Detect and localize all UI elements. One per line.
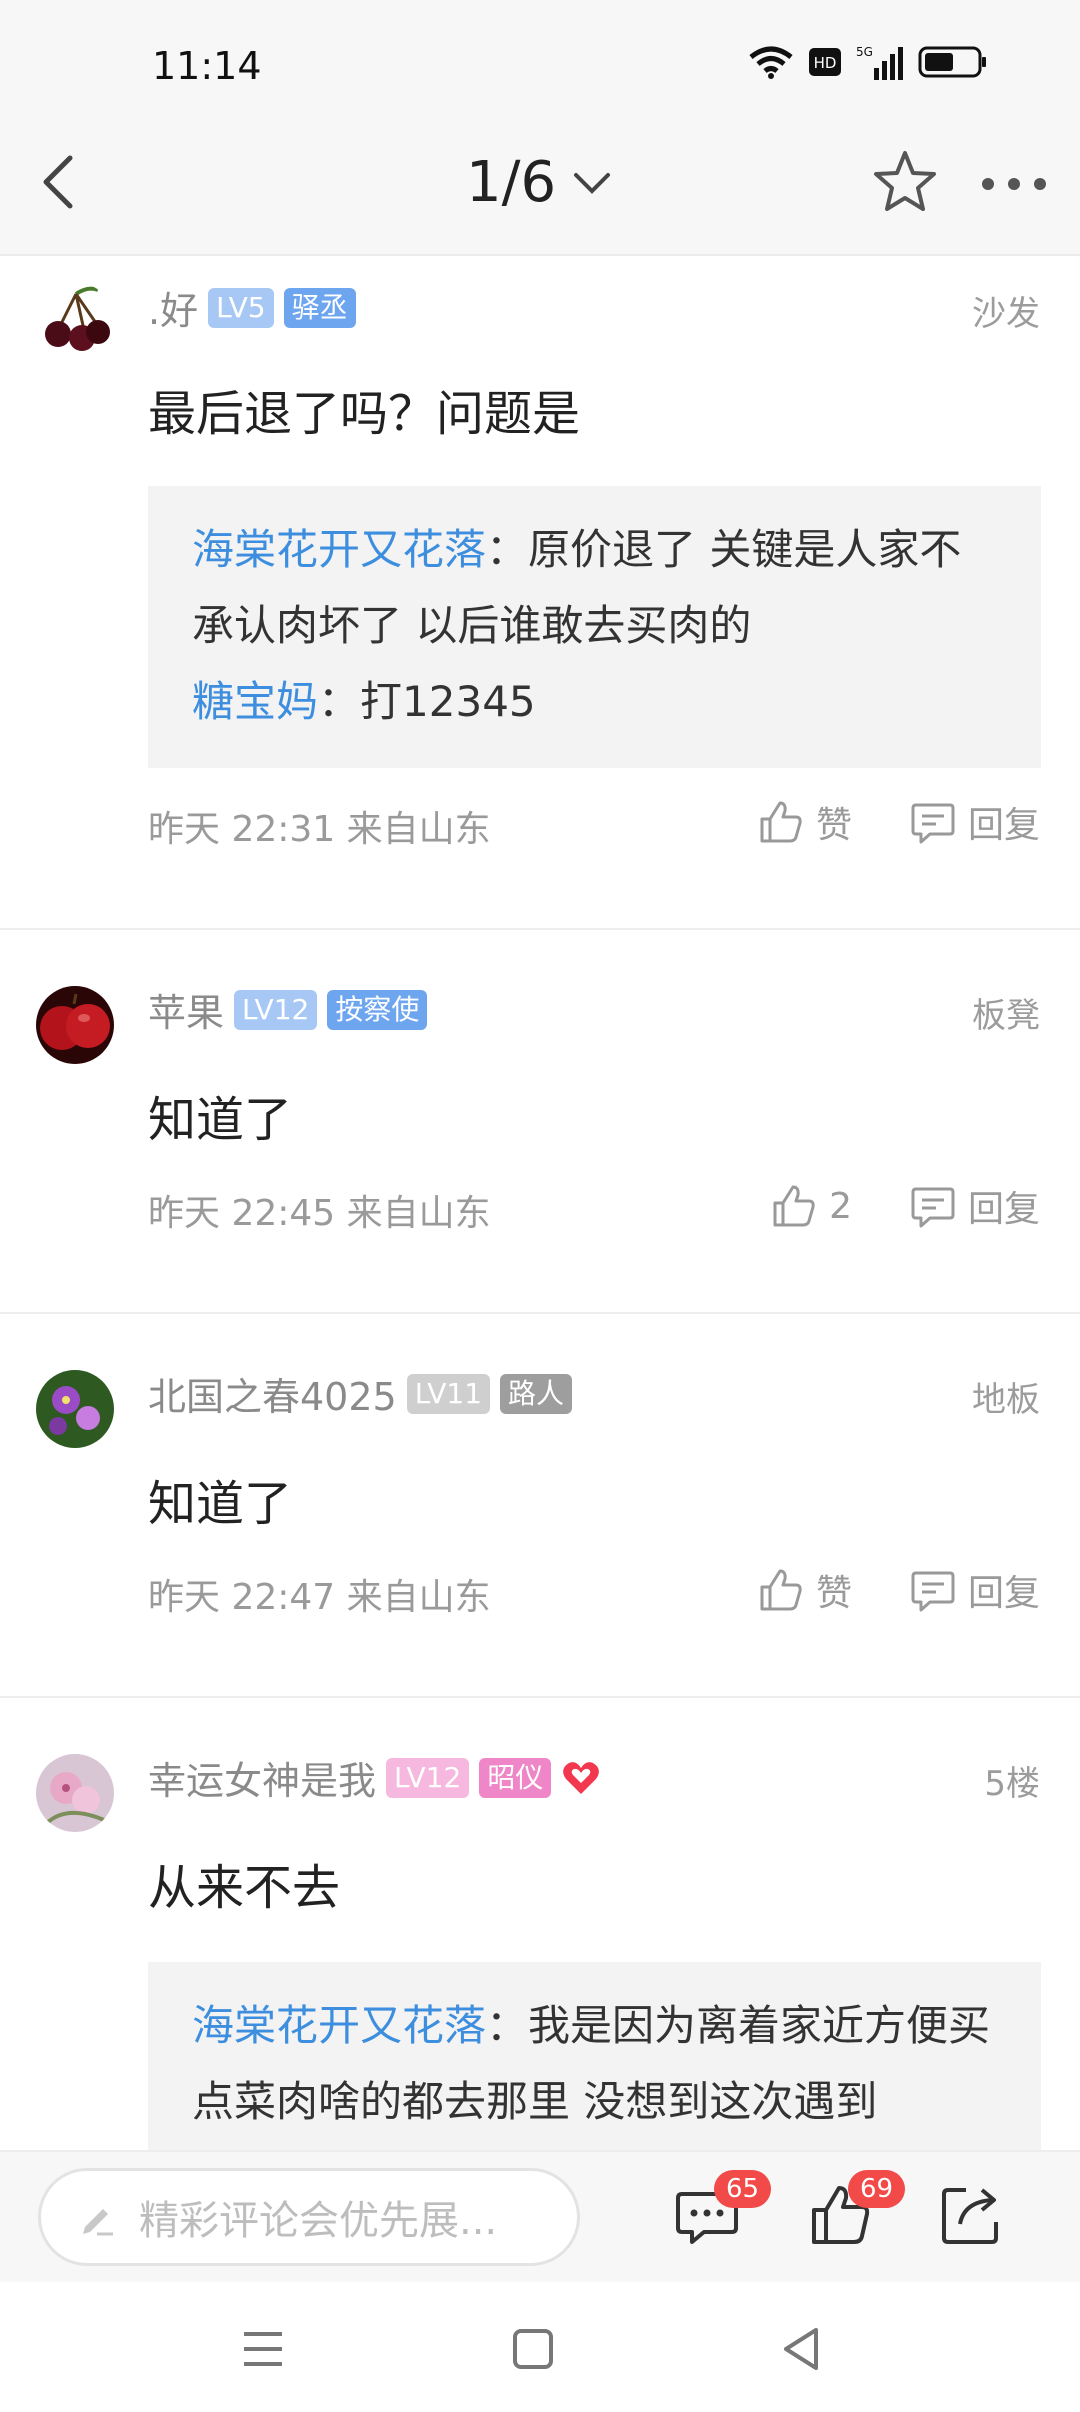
- page-selector[interactable]: 1/6: [466, 150, 612, 215]
- user-info: 北国之春4025 LV11 路人: [148, 1366, 573, 1421]
- like-post-button[interactable]: 69: [806, 2170, 906, 2250]
- status-time: 11:14: [152, 44, 262, 88]
- comment-actions: 赞 回复: [758, 1564, 1040, 1616]
- like-label: 赞: [815, 1573, 852, 1614]
- chevron-down-icon: [574, 172, 611, 194]
- wifi-icon: [749, 46, 793, 79]
- comment-item: 幸运女神是我 LV12 昭仪 5楼 从来不去 海棠花开又花落：我是因为离着家近方…: [0, 1698, 1080, 2182]
- quoted-reply: 糖宝妈：打12345: [192, 677, 536, 726]
- svg-text:5G: 5G: [856, 45, 873, 59]
- level-badge: LV12: [386, 1757, 470, 1798]
- bottom-action-bar: 精彩评论会优先展... 65 69: [0, 2150, 1080, 2282]
- title-badge: 路人: [500, 1373, 573, 1414]
- signal-icon: 5G: [856, 45, 903, 80]
- comment-text: 最后退了吗？问题是: [148, 386, 581, 442]
- quoted-username[interactable]: 海棠花开又花落: [192, 2001, 486, 2050]
- level-badge: LV12: [234, 989, 318, 1030]
- reply-input-placeholder: 精彩评论会优先展...: [139, 2198, 498, 2244]
- back-nav-icon[interactable]: [776, 2322, 830, 2376]
- comment-text: 从来不去: [148, 1860, 341, 1916]
- comment-icon: [911, 803, 955, 844]
- system-nav-bar: [0, 2282, 1080, 2412]
- comment-meta: 昨天 22:45 来自山东: [148, 1193, 491, 1234]
- comment-actions: 赞 回复: [758, 796, 1040, 848]
- reply-button[interactable]: 回复: [910, 796, 1040, 848]
- thumbs-up-icon: [760, 1569, 802, 1611]
- avatar[interactable]: [36, 1754, 114, 1832]
- user-info: 幸运女神是我 LV12 昭仪: [148, 1750, 601, 1805]
- like-button[interactable]: 赞: [758, 796, 852, 848]
- username[interactable]: 北国之春4025: [148, 1366, 397, 1421]
- floor-label: 地板: [972, 1380, 1040, 1420]
- quoted-reply: 海棠花开又花落：我是因为离着家近方便买点菜肉啥的都去那里 没想到这次遇到: [192, 2001, 991, 2126]
- status-bar: 11:14 HD 5G: [0, 0, 1080, 110]
- quoted-username[interactable]: 海棠花开又花落: [192, 525, 486, 574]
- like-count: 2: [829, 1185, 852, 1227]
- pencil-icon: [83, 2209, 113, 2236]
- user-info: .好 LV5 驿丞: [148, 280, 356, 335]
- more-icon[interactable]: [978, 172, 1050, 196]
- avatar[interactable]: [36, 986, 114, 1064]
- quoted-replies[interactable]: 海棠花开又花落：我是因为离着家近方便买点菜肉啥的都去那里 没想到这次遇到: [148, 1962, 1041, 2182]
- level-badge: LV11: [406, 1373, 491, 1414]
- like-button[interactable]: 2: [771, 1183, 852, 1229]
- comment-count-badge: 65: [714, 2170, 772, 2208]
- svg-text:HD: HD: [814, 54, 837, 72]
- quoted-text: 打12345: [360, 677, 536, 726]
- comment-meta: 昨天 22:31 来自山东: [148, 809, 491, 850]
- comment-item: .好 LV5 驿丞 沙发 最后退了吗？问题是 海棠花开又花落：原价退了 关键是人…: [0, 256, 1080, 930]
- title-badge: 驿丞: [283, 287, 356, 328]
- heart-badge-icon: [563, 1761, 600, 1794]
- share-icon: [942, 2188, 998, 2244]
- reply-label: 回复: [967, 1189, 1040, 1230]
- floor-label: 沙发: [972, 294, 1040, 334]
- reply-input[interactable]: 精彩评论会优先展...: [38, 2168, 580, 2266]
- top-nav-bar: 1/6: [0, 110, 1080, 256]
- title-badge: 昭仪: [479, 1757, 552, 1798]
- reply-label: 回复: [967, 805, 1040, 846]
- hd-icon: HD: [809, 48, 841, 76]
- thumbs-up-icon: [760, 801, 802, 843]
- back-icon[interactable]: [30, 150, 90, 214]
- comment-icon: [911, 1187, 955, 1228]
- floor-label: 板凳: [972, 996, 1040, 1036]
- comment-text: 知道了: [148, 1476, 293, 1532]
- comment-icon: [911, 1571, 955, 1612]
- username[interactable]: 幸运女神是我: [148, 1750, 376, 1805]
- avatar[interactable]: [36, 282, 114, 360]
- reply-label: 回复: [967, 1573, 1040, 1614]
- floor-label: 5楼: [984, 1764, 1040, 1804]
- comment-item: 北国之春4025 LV11 路人 地板 知道了 昨天 22:47 来自山东 赞 …: [0, 1314, 1080, 1698]
- thumbs-up-icon: [773, 1185, 815, 1227]
- like-button[interactable]: 赞: [758, 1564, 852, 1616]
- comment-list: .好 LV5 驿丞 沙发 最后退了吗？问题是 海棠花开又花落：原价退了 关键是人…: [0, 256, 1080, 2182]
- user-info: 苹果 LV12 按察使: [148, 982, 428, 1037]
- reply-button[interactable]: 回复: [910, 1564, 1040, 1616]
- comment-text: 知道了: [148, 1092, 293, 1148]
- quoted-username[interactable]: 糖宝妈: [192, 677, 318, 726]
- status-icons: HD 5G: [748, 44, 988, 80]
- username[interactable]: .好: [148, 280, 198, 335]
- reply-button[interactable]: 回复: [910, 1180, 1040, 1232]
- quoted-reply: 海棠花开又花落：原价退了 关键是人家不承认肉坏了 以后谁敢去买肉的: [192, 525, 962, 650]
- username[interactable]: 苹果: [148, 982, 224, 1037]
- level-badge: LV5: [208, 287, 274, 328]
- title-badge: 按察使: [327, 989, 428, 1030]
- home-icon[interactable]: [506, 2322, 560, 2376]
- battery-icon: [918, 46, 986, 78]
- page-indicator: 1/6: [466, 150, 557, 215]
- comment-meta: 昨天 22:47 来自山东: [148, 1577, 491, 1618]
- like-count-badge: 69: [848, 2170, 906, 2208]
- quoted-replies[interactable]: 海棠花开又花落：原价退了 关键是人家不承认肉坏了 以后谁敢去买肉的 糖宝妈：打1…: [148, 486, 1041, 768]
- like-label: 赞: [815, 805, 852, 846]
- comment-item: 苹果 LV12 按察使 板凳 知道了 昨天 22:45 来自山东 2 回复: [0, 930, 1080, 1314]
- avatar[interactable]: [36, 1370, 114, 1448]
- menu-icon[interactable]: [236, 2322, 290, 2376]
- share-button[interactable]: [936, 2180, 1006, 2250]
- star-icon[interactable]: [872, 148, 938, 214]
- comments-button[interactable]: 65: [672, 2170, 772, 2250]
- comment-actions: 2 回复: [771, 1180, 1040, 1232]
